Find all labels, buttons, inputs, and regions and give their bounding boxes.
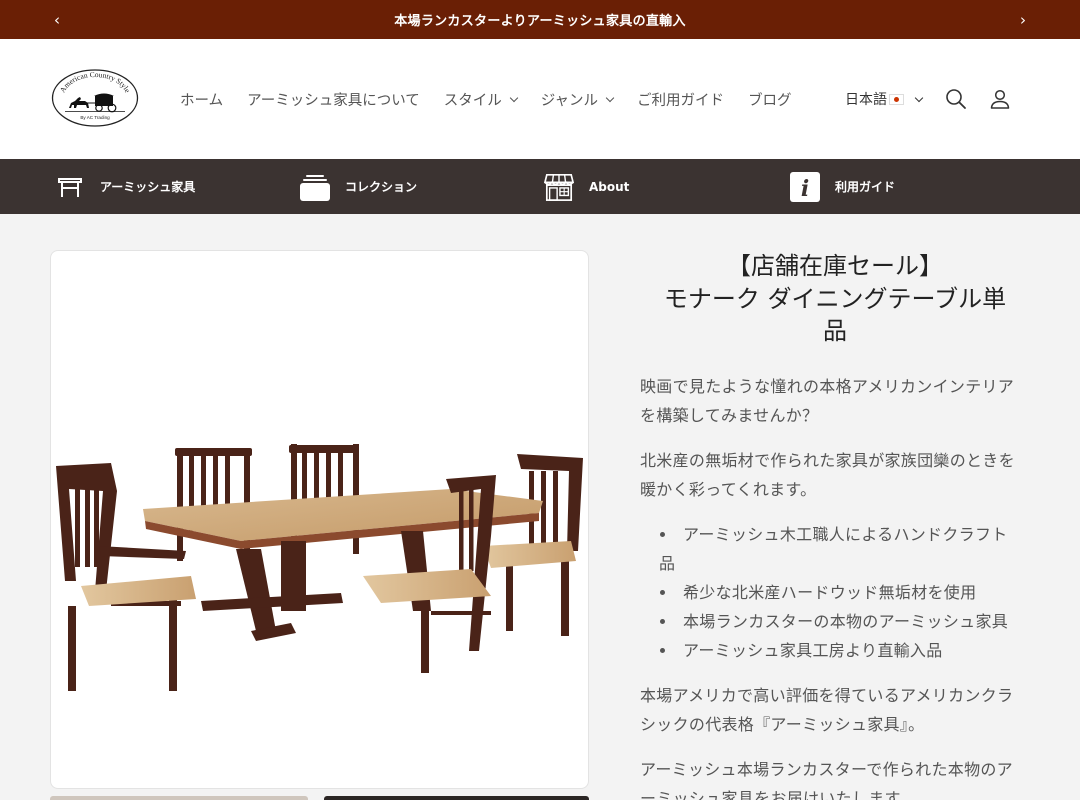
text-line: を構築してみませんか？: [640, 405, 819, 425]
account-icon: [990, 89, 1010, 109]
category-collection[interactable]: コレクション: [300, 159, 417, 214]
category-bar: アーミッシュ家具 コレクション About i 利用ガイド: [0, 159, 1080, 214]
description-paragraph: アーミッシュ本場ランカスターで作られた本物のア ーミッシュ家具をお届けいたします…: [640, 755, 1030, 800]
announcement-bar: ‹ 本場ランカスターよりアーミッシュ家具の直輸入 ›: [0, 0, 1080, 39]
thumbnail[interactable]: [324, 796, 589, 800]
language-label: 日本語: [845, 92, 887, 108]
svg-text:By AC Trading: By AC Trading: [80, 115, 110, 120]
chevron-down-icon: [605, 93, 615, 102]
nav-about-amish[interactable]: アーミッシュ家具について: [247, 89, 420, 110]
text-line: 本場アメリカで高い評価を得ているアメリカンクラ: [640, 685, 1014, 705]
text-line: 暖かく彩ってくれます。: [640, 479, 817, 499]
text-line: 本場ランカスターの本物のアーミッシュ家具: [683, 611, 1009, 631]
nav-style-label: スタイル: [443, 92, 502, 109]
search-icon: [946, 89, 966, 109]
svg-text:i: i: [801, 176, 809, 202]
collection-icon: [300, 172, 330, 202]
nav-guide[interactable]: ご利用ガイド: [637, 89, 724, 110]
site-header: American Country Style By AC Trading ホーム…: [0, 39, 1080, 159]
description-paragraph: 本場アメリカで高い評価を得ているアメリカンクラ シックの代表格『アーミッシュ家具…: [640, 681, 1030, 739]
chevron-down-icon: [914, 93, 924, 102]
nav-blog[interactable]: ブログ: [748, 89, 792, 110]
text-line: 映画で見たような憧れの本格アメリカンインテリア: [640, 376, 1015, 396]
store-icon: [544, 172, 574, 202]
chevron-down-icon: [509, 93, 519, 102]
announcement-next-button[interactable]: ›: [1008, 0, 1038, 39]
product-image[interactable]: [50, 250, 589, 789]
description-paragraph: 北米産の無垢材で作られた家具が家族団欒のときを 暖かく彩ってくれます。: [640, 446, 1030, 504]
nav-about-amish-label: アーミッシュ家具について: [247, 92, 420, 109]
product-title: 【店舗在庫セール】 モナーク ダイニングテーブル単 品: [640, 250, 1030, 348]
text-line: 北米産の無垢材で作られた家具が家族団欒のときを: [640, 450, 1015, 470]
text-line: アーミッシュ木工職人によるハンドクラフト: [683, 524, 1008, 544]
product-title-line: 【店舗在庫セール】: [727, 252, 943, 280]
text-line: シックの代表格『アーミッシュ家具』。: [640, 714, 925, 734]
japan-flag-icon: [889, 93, 904, 105]
chevron-left-icon: ‹: [54, 10, 60, 29]
nav-blog-label: ブログ: [748, 92, 792, 109]
info-icon: i: [790, 171, 820, 202]
nav-guide-label: ご利用ガイド: [637, 92, 725, 109]
category-label: アーミッシュ家具: [100, 180, 196, 194]
nav-home-label: ホーム: [180, 92, 224, 109]
text-line: 品: [659, 553, 676, 573]
nav-genre[interactable]: ジャンル: [540, 89, 615, 110]
text-line: アーミッシュ家具工房より直輸入品: [683, 640, 943, 660]
nav-home[interactable]: ホーム: [180, 89, 223, 110]
category-guide[interactable]: i 利用ガイド: [790, 159, 895, 214]
product-title-line: 品: [823, 317, 847, 345]
language-selector[interactable]: 日本語: [845, 39, 924, 159]
site-logo[interactable]: American Country Style By AC Trading: [51, 69, 139, 127]
product-info: 【店舗在庫セール】 モナーク ダイニングテーブル単 品 映画で見たような憧れの本…: [640, 250, 1030, 800]
text-line: 希少な北米産ハードウッド無垢材を使用: [683, 582, 977, 602]
feature-item: 本場ランカスターの本物のアーミッシュ家具: [640, 607, 1030, 636]
category-label: About: [589, 179, 630, 194]
feature-item: 希少な北米産ハードウッド無垢材を使用: [640, 578, 1030, 607]
chevron-right-icon: ›: [1020, 10, 1026, 29]
category-amish-furniture[interactable]: アーミッシュ家具: [55, 159, 195, 214]
search-button[interactable]: [944, 87, 968, 111]
thumbnail-strip: [50, 796, 589, 800]
description-paragraph: 映画で見たような憧れの本格アメリカンインテリア を構築してみませんか？: [640, 372, 1030, 430]
announcement-prev-button[interactable]: ‹: [42, 0, 72, 39]
nav-genre-label: ジャンル: [540, 92, 599, 109]
logo-image: American Country Style By AC Trading: [51, 69, 139, 127]
main-nav: ホーム アーミッシュ家具について スタイル ジャンル ご利用ガイド ブログ: [168, 39, 804, 159]
announcement-text: 本場ランカスターよりアーミッシュ家具の直輸入: [394, 14, 686, 29]
category-about[interactable]: About: [544, 159, 629, 214]
feature-item: アーミッシュ家具工房より直輸入品: [640, 636, 1030, 665]
feature-list: アーミッシュ木工職人によるハンドクラフト 品 希少な北米産ハードウッド無垢材を使…: [640, 520, 1030, 665]
product-title-line: モナーク ダイニングテーブル単: [663, 284, 1007, 313]
account-button[interactable]: [988, 87, 1012, 111]
dining-set-image: [56, 444, 583, 691]
text-line: ーミッシュ家具をお届けいたします。: [640, 788, 916, 800]
category-label: コレクション: [345, 180, 418, 194]
furniture-icon: [55, 172, 85, 202]
category-label: 利用ガイド: [835, 180, 896, 194]
text-line: アーミッシュ本場ランカスターで作られた本物のア: [640, 759, 1013, 779]
feature-item: アーミッシュ木工職人によるハンドクラフト 品: [640, 520, 1030, 578]
nav-style[interactable]: スタイル: [443, 89, 519, 110]
thumbnail[interactable]: [50, 796, 308, 800]
